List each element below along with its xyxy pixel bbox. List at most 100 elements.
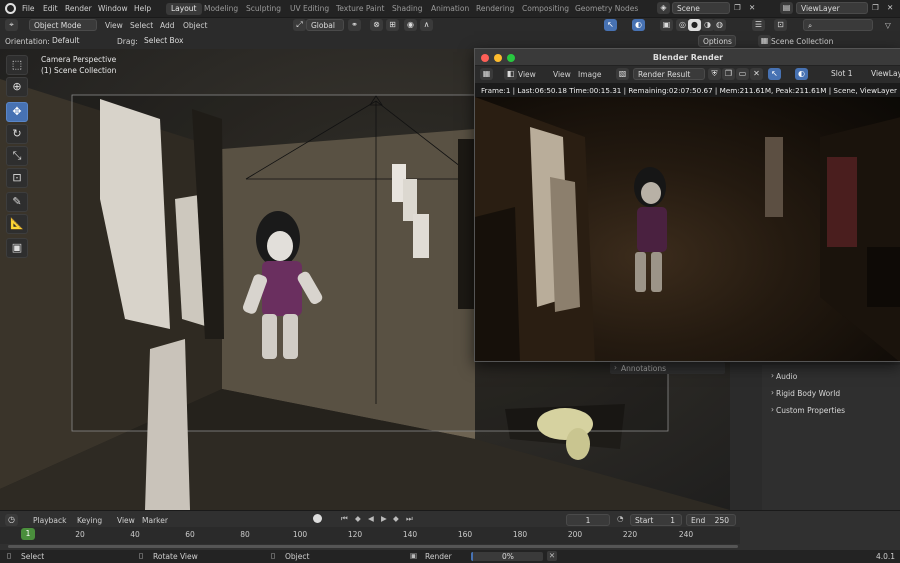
tab-rendering[interactable]: Rendering bbox=[471, 3, 519, 15]
preview-range-icon[interactable]: ◔ bbox=[617, 514, 624, 523]
scene-new-icon[interactable]: ❐ bbox=[734, 3, 741, 12]
jump-end-icon[interactable]: ⏭ bbox=[406, 514, 413, 524]
menu-edit[interactable]: Edit bbox=[43, 4, 58, 13]
menu-file[interactable]: File bbox=[22, 4, 35, 13]
properties-custom-properties[interactable]: Custom Properties bbox=[776, 406, 845, 415]
tab-geometry-nodes[interactable]: Geometry Nodes bbox=[570, 3, 643, 15]
tab-texture-paint[interactable]: Texture Paint bbox=[331, 3, 389, 15]
pivot-icon[interactable]: ⚭ bbox=[348, 19, 361, 31]
view-layer-new-icon[interactable]: ❐ bbox=[872, 3, 879, 12]
snap-target-icon[interactable]: ⊞ bbox=[386, 19, 399, 31]
editor-type-icon[interactable]: ⌖ bbox=[5, 19, 18, 31]
annotations-label[interactable]: Annotations bbox=[621, 364, 666, 373]
jump-start-icon[interactable]: ⏮ bbox=[341, 514, 348, 524]
blender-logo-icon[interactable] bbox=[5, 3, 16, 14]
falloff-icon[interactable]: ∧ bbox=[420, 19, 433, 31]
tab-shading[interactable]: Shading bbox=[387, 3, 427, 15]
shading-solid-icon[interactable]: ● bbox=[688, 19, 701, 31]
start-frame-field[interactable]: Start 1 bbox=[630, 514, 682, 526]
new-image-icon[interactable]: ❐ bbox=[722, 68, 735, 80]
mode-dropdown[interactable]: Object Mode bbox=[29, 19, 97, 31]
menu-window[interactable]: Window bbox=[98, 4, 128, 13]
image-browse-icon[interactable]: ▧ bbox=[616, 68, 629, 80]
tool-add-cube[interactable]: ▣ bbox=[6, 238, 28, 258]
next-key-icon[interactable]: ◆ bbox=[393, 514, 399, 523]
options-dropdown[interactable]: Options bbox=[698, 35, 736, 47]
header-menu-object[interactable]: Object bbox=[183, 21, 207, 30]
transform-orientation-icon[interactable]: ⤢ bbox=[293, 19, 306, 31]
scene-icon[interactable]: ◈ bbox=[657, 2, 670, 14]
scene-close-icon[interactable]: ✕ bbox=[749, 3, 755, 12]
play-icon[interactable]: ▶ bbox=[381, 514, 387, 523]
render-window-titlebar[interactable]: Blender Render bbox=[475, 49, 900, 66]
tool-transform[interactable]: ⊡ bbox=[6, 168, 28, 188]
scene-field[interactable]: Scene bbox=[672, 2, 730, 14]
cancel-render-icon[interactable]: ✕ bbox=[547, 551, 557, 561]
slot-dropdown[interactable]: Slot 1 bbox=[827, 68, 863, 80]
render-result-image[interactable] bbox=[475, 97, 900, 361]
tab-compositing[interactable]: Compositing bbox=[517, 3, 574, 15]
tool-scale[interactable]: ⤡ bbox=[6, 146, 28, 166]
render-window[interactable]: Blender Render ▦ ◧ View View Image ▧ Ren… bbox=[474, 48, 900, 362]
transform-dropdown[interactable]: Global bbox=[306, 19, 344, 31]
render-view-layer-dropdown[interactable]: ViewLayer bbox=[867, 68, 900, 80]
render-view-dropdown[interactable]: View bbox=[518, 70, 536, 79]
header-menu-add[interactable]: Add bbox=[160, 21, 175, 30]
tool-cursor[interactable]: ⊕ bbox=[6, 77, 28, 97]
render-menu-image[interactable]: Image bbox=[578, 70, 602, 79]
end-frame-field[interactable]: End 250 bbox=[686, 514, 736, 526]
tool-move[interactable]: ✥ bbox=[6, 102, 28, 122]
filter-icon[interactable]: ▽ bbox=[885, 21, 891, 30]
view-layer-close-icon[interactable]: ✕ bbox=[887, 3, 893, 12]
tab-layout[interactable]: Layout bbox=[166, 3, 202, 15]
tool-select-box[interactable]: ⬚ bbox=[6, 55, 28, 75]
play-reverse-icon[interactable]: ◀ bbox=[368, 514, 374, 523]
tool-measure[interactable]: 📐 bbox=[6, 214, 28, 234]
outliner-display-icon[interactable]: ⊡ bbox=[774, 19, 787, 31]
orientation-dropdown[interactable]: Default bbox=[48, 35, 108, 47]
render-menu-view[interactable]: View bbox=[553, 70, 571, 79]
timeline-menu-keying[interactable]: Keying bbox=[77, 516, 102, 525]
outliner-editor-icon[interactable]: ☰ bbox=[752, 19, 765, 31]
render-result-field[interactable]: Render Result bbox=[633, 68, 705, 80]
current-frame-field[interactable]: 1 bbox=[566, 514, 610, 526]
tool-annotate[interactable]: ✎ bbox=[6, 192, 28, 212]
drag-dropdown[interactable]: Select Box bbox=[140, 35, 188, 47]
timeline-scrollbar[interactable] bbox=[8, 545, 738, 548]
current-frame-marker[interactable]: 1 bbox=[21, 528, 35, 540]
shading-rendered-icon[interactable]: ◍ bbox=[713, 19, 726, 31]
timeline-menu-marker[interactable]: Marker bbox=[142, 516, 168, 525]
fake-user-icon[interactable]: ⛨ bbox=[708, 68, 721, 80]
snap-icon[interactable]: ⊗ bbox=[370, 19, 383, 31]
tab-uv-editing[interactable]: UV Editing bbox=[285, 3, 334, 15]
record-icon[interactable] bbox=[313, 514, 322, 523]
properties-audio[interactable]: Audio bbox=[776, 372, 797, 381]
tab-animation[interactable]: Animation bbox=[426, 3, 474, 15]
prev-key-icon[interactable]: ◆ bbox=[355, 514, 361, 523]
tab-sculpting[interactable]: Sculpting bbox=[241, 3, 286, 15]
timeline-editor-icon[interactable]: ◷ bbox=[5, 514, 18, 526]
view-mode-icon[interactable]: ◧ bbox=[504, 68, 517, 80]
view-layer-icon[interactable]: ▤ bbox=[780, 2, 793, 14]
select-visible-icon[interactable]: ↖ bbox=[604, 19, 617, 31]
gizmo-icon[interactable]: ◐ bbox=[632, 19, 645, 31]
header-menu-select[interactable]: Select bbox=[130, 21, 153, 30]
sample-tool-icon[interactable]: ↖ bbox=[768, 68, 781, 80]
timeline-menu-playback[interactable]: Playback bbox=[33, 516, 66, 525]
timeline-menu-view[interactable]: View bbox=[117, 516, 135, 525]
view-layer-field[interactable]: ViewLayer bbox=[796, 2, 868, 14]
menu-help[interactable]: Help bbox=[134, 4, 151, 13]
render-gizmo-icon[interactable]: ◐ bbox=[795, 68, 808, 80]
tool-rotate[interactable]: ↻ bbox=[6, 124, 28, 144]
xray-icon[interactable]: ▣ bbox=[660, 19, 673, 31]
proportional-icon[interactable]: ◉ bbox=[404, 19, 417, 31]
tab-modeling[interactable]: Modeling bbox=[199, 3, 243, 15]
unlink-image-icon[interactable]: ✕ bbox=[750, 68, 763, 80]
outliner-search-input[interactable]: ⌕ bbox=[803, 19, 873, 31]
menu-render[interactable]: Render bbox=[65, 4, 92, 13]
header-menu-view[interactable]: View bbox=[105, 21, 123, 30]
outliner-scene-collection[interactable]: Scene Collection bbox=[771, 37, 833, 46]
image-editor-icon[interactable]: ▦ bbox=[480, 68, 493, 80]
open-image-icon[interactable]: ▭ bbox=[736, 68, 749, 80]
properties-rigid-body-world[interactable]: Rigid Body World bbox=[776, 389, 840, 398]
